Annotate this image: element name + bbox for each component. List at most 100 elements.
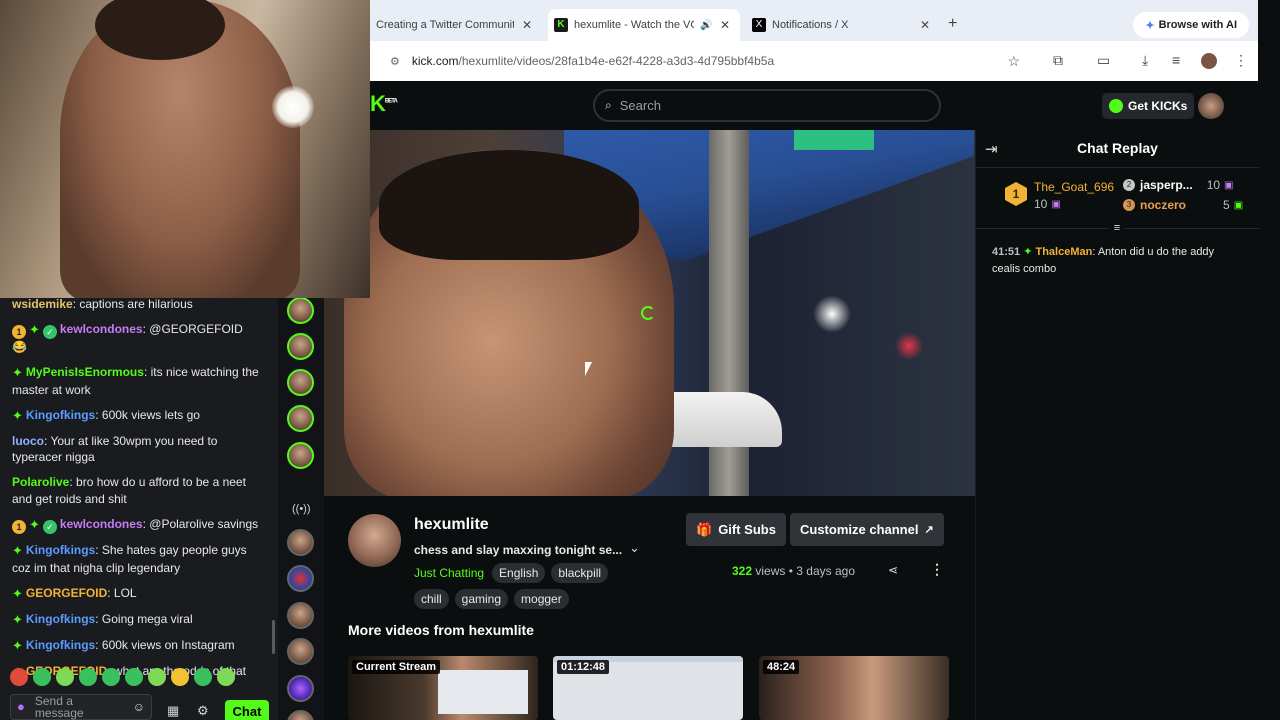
search-input[interactable]: ⌕ Search xyxy=(593,89,941,122)
kick-logo[interactable]: KBETA xyxy=(370,91,398,117)
broadcast-icon: ((•)) xyxy=(292,503,311,515)
emote-icon[interactable] xyxy=(33,668,51,686)
recommended-channel-avatar[interactable] xyxy=(287,638,314,665)
more-options-icon[interactable]: ⋮ xyxy=(930,561,944,578)
spark-badge-icon: ✦ xyxy=(12,543,23,558)
emote-icon[interactable] xyxy=(79,668,97,686)
emote-icon[interactable] xyxy=(125,668,143,686)
chat-text: : LOL xyxy=(107,585,137,600)
recommended-channel-avatar[interactable] xyxy=(287,602,314,629)
recommended-channel-avatar[interactable] xyxy=(287,710,314,720)
chat-send-button[interactable]: Chat xyxy=(225,700,269,720)
close-icon[interactable]: ✕ xyxy=(720,18,730,32)
chat-message: ✦ MyPenisIsEnormous: its nice watching th… xyxy=(12,364,260,398)
customize-channel-button[interactable]: Customize channel ↗ xyxy=(790,513,944,546)
chat-username[interactable]: MyPenisIsEnormous xyxy=(26,365,144,379)
microphone-icon[interactable]: ● xyxy=(17,700,25,713)
emote-icon[interactable] xyxy=(148,668,166,686)
close-icon[interactable]: ✕ xyxy=(920,18,930,32)
browser-tab[interactable]: X Notifications / X ✕ xyxy=(746,9,940,41)
followed-channel-avatar[interactable] xyxy=(287,297,314,324)
tag-chip[interactable]: blackpill xyxy=(551,563,609,583)
url-field[interactable]: ⚙ kick.com/hexumlite/videos/28fa1b4e-e62… xyxy=(378,47,1030,75)
gift-icon: 🎁 xyxy=(696,521,713,537)
gift-icon: ▣ xyxy=(1051,198,1061,210)
emote-icon[interactable] xyxy=(171,668,189,686)
chat-username[interactable]: kewlcondones xyxy=(60,517,143,531)
followed-channel-avatar[interactable] xyxy=(287,369,314,396)
chat-scrollbar[interactable] xyxy=(272,620,275,654)
gift-subs-button[interactable]: 🎁 Gift Subs xyxy=(686,513,786,546)
send-message-input[interactable]: ● Send a message ☺ xyxy=(10,694,152,720)
gifter-username: noczero xyxy=(1140,198,1187,212)
emote-icon[interactable] xyxy=(194,668,212,686)
chat-username[interactable]: kewlcondones xyxy=(60,322,143,336)
video-thumbnail[interactable]: 01:12:48 xyxy=(553,656,743,720)
followed-channel-avatar[interactable] xyxy=(287,405,314,432)
emote-icon[interactable] xyxy=(10,668,28,686)
chat-username[interactable]: luoco xyxy=(12,434,44,448)
close-icon[interactable]: ✕ xyxy=(522,18,532,32)
site-settings-icon[interactable]: ⚙ xyxy=(390,55,400,68)
tab-title: Creating a Twitter Community xyxy=(376,19,514,31)
followed-channel-avatar[interactable] xyxy=(287,333,314,360)
browser-tab[interactable]: Creating a Twitter Community ✕ xyxy=(370,9,542,41)
video-thumbnail[interactable]: Current Stream xyxy=(348,656,538,720)
share-icon[interactable]: ⋖ xyxy=(888,563,898,577)
recommended-channel-avatar[interactable] xyxy=(287,565,314,592)
followed-channel-avatar[interactable] xyxy=(287,442,314,469)
recommended-channel-avatar[interactable] xyxy=(287,529,314,556)
speaker-icon[interactable]: 🔊 xyxy=(700,20,712,31)
extensions-icon[interactable]: ⧉ xyxy=(1053,52,1063,69)
menu-dots-icon[interactable]: ⋮ xyxy=(1234,52,1248,69)
gift-count: 10 xyxy=(1034,197,1048,211)
chat-username[interactable]: Kingofkings xyxy=(26,638,95,652)
tag-chip[interactable]: gaming xyxy=(454,589,509,609)
gifter-name-1[interactable]: The_Goat_696 xyxy=(1034,180,1114,194)
emote-icon[interactable] xyxy=(56,668,74,686)
chat-username[interactable]: Kingofkings xyxy=(26,612,95,626)
video-lights xyxy=(804,290,944,370)
tag-chip[interactable]: English xyxy=(492,563,546,583)
video-player[interactable] xyxy=(324,130,975,496)
video-thumbnail[interactable]: 48:24 xyxy=(759,656,949,720)
emote-icon[interactable] xyxy=(102,668,120,686)
browse-ai-label: Browse with AI xyxy=(1158,19,1237,31)
spark-badge-icon: ✦ xyxy=(12,611,23,627)
chat-username[interactable]: wsidemike xyxy=(12,297,73,311)
spark-badge-icon: ✦ xyxy=(29,322,40,337)
tag-chip[interactable]: mogger xyxy=(514,589,569,609)
channel-name[interactable]: hexumlite xyxy=(414,516,489,534)
recommended-channel-avatar[interactable] xyxy=(287,675,314,702)
chat-username[interactable]: GEORGEFOID xyxy=(26,586,107,600)
category-link[interactable]: Just Chatting xyxy=(414,563,484,583)
chevron-down-icon[interactable]: ⌄ xyxy=(629,540,640,556)
get-kicks-button[interactable]: Get KICKs xyxy=(1102,93,1195,119)
cast-icon[interactable]: ▭ xyxy=(1097,52,1110,69)
chat-username[interactable]: Kingofkings xyxy=(26,543,95,557)
beta-label: BETA xyxy=(384,98,398,105)
download-icon[interactable]: ⤓ xyxy=(1142,52,1148,69)
expand-leaderboard-icon[interactable]: ≡ xyxy=(1109,221,1125,235)
browse-with-ai-button[interactable]: ✦ Browse with AI xyxy=(1133,12,1249,38)
profile-avatar-icon[interactable] xyxy=(1201,53,1217,69)
emoji-icon[interactable]: ☺ xyxy=(133,701,145,713)
gifter-leader-1[interactable]: 1 xyxy=(1005,182,1027,206)
media-control-icon[interactable]: ≡ xyxy=(1172,52,1180,68)
rank-2-badge-icon: 2 xyxy=(1123,179,1135,191)
settings-gear-icon[interactable]: ⚙ xyxy=(197,703,209,719)
chat-username[interactable]: Kingofkings xyxy=(26,408,95,422)
tag-chip[interactable]: chill xyxy=(414,589,449,609)
channel-avatar[interactable] xyxy=(348,514,401,567)
browser-tab-active[interactable]: K hexumlite - Watch the VO 🔊 ✕ xyxy=(548,9,740,41)
url-path: /hexumlite/videos/28fa1b4e-e62f-4228-a3d… xyxy=(458,54,775,68)
emote-icon[interactable] xyxy=(217,668,235,686)
user-avatar[interactable] xyxy=(1198,93,1224,119)
gifter-leader-2[interactable]: 2 jasperp... 10 ▣ xyxy=(1123,178,1234,192)
new-tab-icon[interactable]: + xyxy=(948,15,957,33)
store-icon[interactable]: ▦ xyxy=(167,703,179,719)
chat-username[interactable]: Polarolive xyxy=(12,475,69,489)
bookmark-star-icon[interactable]: ☆ xyxy=(1007,53,1020,70)
gifter-leader-3[interactable]: 3 noczero 5 ▣ xyxy=(1123,198,1243,212)
chat-username[interactable]: ThalceMan xyxy=(1035,246,1092,258)
